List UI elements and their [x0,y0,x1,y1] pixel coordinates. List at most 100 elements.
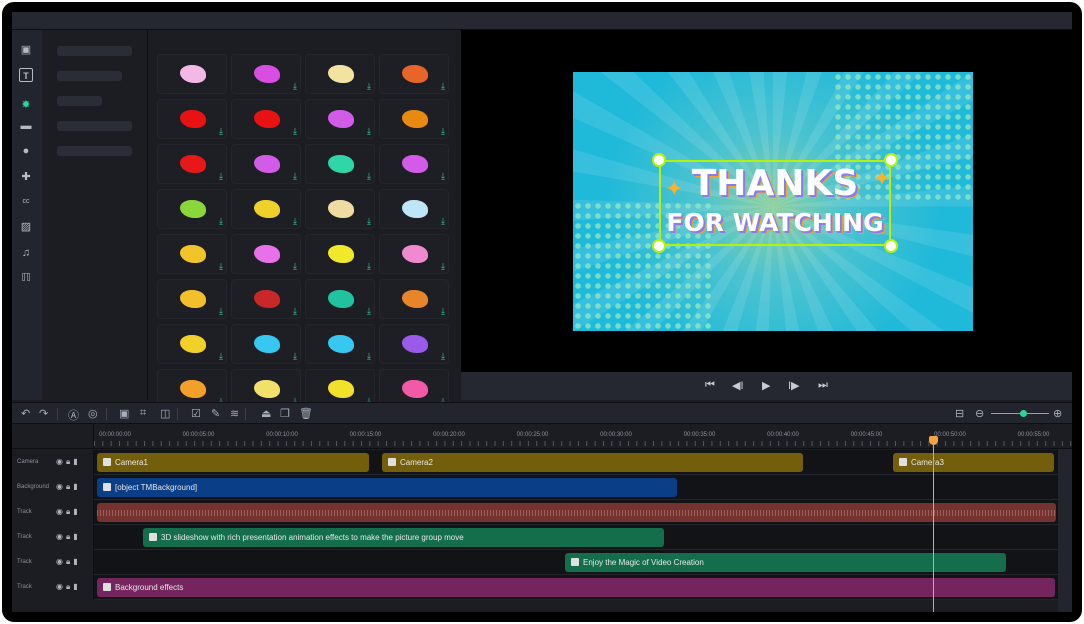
timeline-clip[interactable]: [object TMBackground] [97,478,677,497]
download-icon[interactable]: ⤓ [219,172,223,181]
time-ruler[interactable]: 00:00:00:00 00:00:05:00 00:00:10:00 00:00:1… [94,424,1072,449]
zoom-slider-thumb[interactable] [1019,410,1027,417]
download-icon[interactable]: ⤓ [441,82,445,91]
sticker-item[interactable]: ⤓ [305,324,375,364]
sticker-item[interactable]: ⤓ [231,279,301,319]
auto-icon[interactable]: Ⓐ [68,407,79,423]
sticker-item[interactable]: ⤓ [157,279,227,319]
sticker-item[interactable]: ⤓ [305,189,375,229]
avatar-icon[interactable]: ● [19,144,33,158]
download-icon[interactable]: ⤓ [293,307,297,316]
timeline-scrollbar[interactable] [1058,449,1072,612]
sticker-item[interactable]: ⤓ [379,189,449,229]
sticker-item[interactable]: ⤓ [379,324,449,364]
category-placeholder[interactable] [57,146,132,156]
timeline-clip[interactable]: Camera2 [382,453,803,472]
trash-icon[interactable]: ▮ [73,482,80,491]
music-icon[interactable]: ♫ [19,246,33,260]
download-icon[interactable]: ⤓ [441,127,445,136]
replace-icon[interactable]: ☑ [191,407,201,420]
download-icon[interactable]: ⤓ [293,352,297,361]
lock-icon[interactable]: ⏏ [261,407,271,420]
edit-icon[interactable]: ✎ [211,407,220,420]
trash-icon[interactable]: ▮ [73,582,80,591]
sticker-item[interactable]: ⤓ [231,234,301,274]
media-icon[interactable]: ▣ [19,43,33,57]
folder-icon[interactable]: ▬ [19,119,33,133]
playhead[interactable] [933,436,934,612]
download-icon[interactable]: ⤓ [219,127,223,136]
split-icon[interactable]: ◫ [160,407,170,420]
download-icon[interactable]: ⤓ [367,172,371,181]
target-icon[interactable]: ◎ [88,407,98,420]
text-icon[interactable]: T [19,68,33,82]
plugin-icon[interactable]: ✚ [19,170,33,184]
sticker-item[interactable]: ⤓ [379,144,449,184]
zoom-in-icon[interactable]: ⊕ [1053,407,1062,420]
sticker-item[interactable]: ⤓ [231,99,301,139]
delete-icon[interactable]: 🗑 [299,407,313,420]
eye-icon[interactable]: ◉ [56,457,66,466]
timeline-clip[interactable]: 3D slideshow with rich presentation anim… [143,528,664,547]
download-icon[interactable]: ⤓ [219,352,223,361]
category-placeholder[interactable] [57,71,122,81]
download-icon[interactable]: ⤓ [367,127,371,136]
sticker-item[interactable]: ⤓ [305,144,375,184]
resize-handle[interactable] [884,239,898,253]
sticker-item[interactable]: ⤓ [231,324,301,364]
preview-canvas[interactable]: THANKS FOR WATCHING ✦ ✦ [573,72,973,331]
download-icon[interactable]: ⤓ [367,82,371,91]
download-icon[interactable]: ⤓ [441,262,445,271]
resize-handle[interactable] [652,239,666,253]
download-icon[interactable]: ⤓ [293,172,297,181]
download-icon[interactable]: ⤓ [293,262,297,271]
eye-icon[interactable]: ◉ [56,482,66,491]
download-icon[interactable]: ⤓ [441,172,445,181]
trash-icon[interactable]: ▮ [73,457,80,466]
trash-icon[interactable]: ▮ [73,507,80,516]
sticker-item[interactable]: ⤓ [379,234,449,274]
redo-icon[interactable]: ↷ [39,407,48,420]
timeline-clip[interactable]: Camera1 [97,453,369,472]
sticker-item[interactable]: ⤓ [231,144,301,184]
category-placeholder[interactable] [57,96,102,106]
download-icon[interactable]: ⤓ [293,82,297,91]
audio-clip[interactable] [97,503,1056,522]
playhead-handle[interactable] [929,436,938,445]
sticker-item[interactable]: ⤓ [157,144,227,184]
sticker-item[interactable]: ⤓ [305,54,375,94]
category-placeholder[interactable] [57,121,132,131]
sticker-item[interactable] [157,54,227,94]
download-icon[interactable]: ⤓ [293,217,297,226]
download-icon[interactable]: ⤓ [441,352,445,361]
download-icon[interactable]: ⤓ [219,217,223,226]
crop-icon[interactable]: ⌗ [140,407,146,420]
undo-icon[interactable]: ↶ [21,407,30,420]
fit-timeline-icon[interactable]: ⊟ [955,407,964,420]
sticker-item[interactable]: ⤓ [379,54,449,94]
caption-icon[interactable]: cc [19,195,33,209]
trash-icon[interactable]: ▮ [73,532,80,541]
play-icon[interactable]: ▶ [762,379,770,392]
timeline-clip[interactable]: Camera3 [893,453,1054,472]
download-icon[interactable]: ⤓ [219,262,223,271]
category-placeholder[interactable] [57,46,132,56]
sticker-item[interactable]: ⤓ [231,189,301,229]
eye-icon[interactable]: ◉ [56,582,66,591]
skip-end-icon[interactable]: ⏭ [818,379,828,392]
layers-icon[interactable]: ≋ [230,407,239,420]
sticker-item[interactable]: ⤓ [379,99,449,139]
sticker-item[interactable]: ⤓ [157,324,227,364]
template-icon[interactable]: ℿ [19,271,33,285]
selection-box[interactable]: THANKS FOR WATCHING ✦ ✦ [652,153,898,253]
sticker-item[interactable]: ⤓ [379,279,449,319]
resize-handle[interactable] [884,153,898,167]
timeline-clip[interactable]: Enjoy the Magic of Video Creation [565,553,1006,572]
download-icon[interactable]: ⤓ [219,307,223,316]
trash-icon[interactable]: ▮ [73,557,80,566]
sticker-item[interactable]: ⤓ [157,99,227,139]
download-icon[interactable]: ⤓ [367,217,371,226]
sticker-item[interactable]: ⤓ [231,54,301,94]
download-icon[interactable]: ⤓ [367,352,371,361]
zoom-slider[interactable] [991,410,1049,417]
